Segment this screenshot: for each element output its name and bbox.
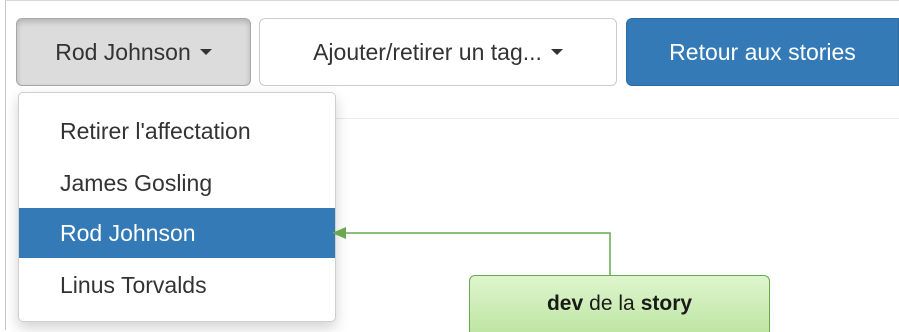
menu-item-label: Linus Torvalds xyxy=(60,271,207,298)
callout-word-story: story xyxy=(640,292,693,315)
back-to-stories-button[interactable]: Retour aux stories xyxy=(626,18,899,86)
tag-button-label: Ajouter/retirer un tag... xyxy=(313,38,542,65)
menu-item-label: Rod Johnson xyxy=(60,219,196,246)
menu-item-james-gosling[interactable]: James Gosling xyxy=(19,158,335,208)
menu-item-rod-johnson[interactable]: Rod Johnson xyxy=(19,208,335,258)
toolbar-separator xyxy=(336,118,899,119)
callout-word-de-la: de la xyxy=(589,292,635,315)
annotation-callout: dev de la story xyxy=(469,275,770,332)
assignee-dropdown-menu: Retirer l'affectation James Gosling Rod … xyxy=(18,92,336,322)
callout-word-dev: dev xyxy=(546,292,584,315)
caret-down-icon xyxy=(199,49,212,55)
menu-item-label: James Gosling xyxy=(60,169,213,196)
assignee-dropdown-button[interactable]: Rod Johnson xyxy=(16,18,251,86)
menu-item-remove-assignment[interactable]: Retirer l'affectation xyxy=(19,106,335,156)
caret-down-icon xyxy=(550,49,563,55)
back-button-label: Retour aux stories xyxy=(669,38,856,65)
assignee-button-label: Rod Johnson xyxy=(55,38,191,65)
menu-item-linus-torvalds[interactable]: Linus Torvalds xyxy=(19,260,335,310)
menu-item-label: Retirer l'affectation xyxy=(60,117,251,144)
tag-dropdown-button[interactable]: Ajouter/retirer un tag... xyxy=(259,18,617,86)
